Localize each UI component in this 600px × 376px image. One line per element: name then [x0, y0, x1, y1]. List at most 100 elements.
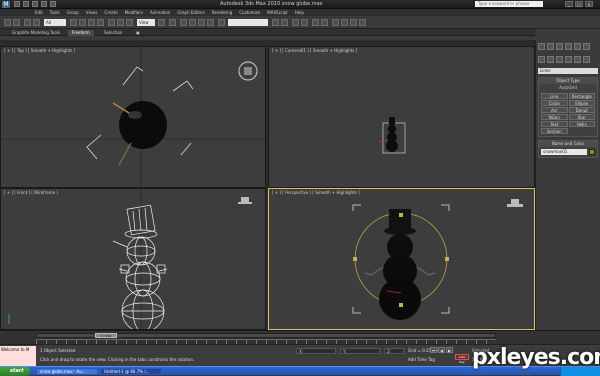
tab-freeform[interactable]: Freeform: [68, 30, 94, 36]
menu-rendering[interactable]: Rendering: [212, 9, 232, 16]
create-tab-icon[interactable]: [538, 43, 545, 50]
tab-selection[interactable]: Selection: [100, 30, 126, 36]
link-icon[interactable]: [24, 19, 31, 26]
menu-graph-editors[interactable]: Graph Editors: [177, 9, 204, 16]
snap-icon[interactable]: [180, 19, 187, 26]
taskbar-item-photoshop[interactable]: Untitled-1 @ 66.7% (...: [100, 368, 162, 375]
graphite-toggle-icon[interactable]: [301, 19, 308, 26]
section-button[interactable]: Section: [541, 128, 568, 134]
rotate-icon[interactable]: [117, 19, 124, 26]
schematic-view-icon[interactable]: [321, 19, 328, 26]
reference-coord-dropdown[interactable]: View: [137, 19, 155, 26]
object-color-swatch[interactable]: [589, 149, 595, 155]
autogrid-checkbox[interactable]: AutoGrid: [539, 84, 597, 91]
unlink-icon[interactable]: [33, 19, 40, 26]
redo-icon[interactable]: [13, 19, 20, 26]
y-coordinate-field[interactable]: Y:: [340, 348, 380, 354]
line-button[interactable]: Line: [541, 93, 568, 99]
scale-icon[interactable]: [126, 19, 133, 26]
arc-button[interactable]: Arc: [541, 107, 568, 113]
pivot-icon[interactable]: [158, 19, 165, 26]
object-name-input[interactable]: snowman01: [541, 149, 587, 155]
modify-tab-icon[interactable]: [547, 43, 554, 50]
shape-category-dropdown[interactable]: Lines: [538, 68, 598, 74]
close-button[interactable]: ×: [585, 1, 593, 7]
space-warps-icon[interactable]: [583, 56, 590, 63]
material-editor-icon[interactable]: [332, 19, 339, 26]
time-slider-handle[interactable]: 0 / 100: [95, 333, 117, 338]
hierarchy-tab-icon[interactable]: [556, 43, 563, 50]
menu-views[interactable]: Views: [86, 9, 98, 16]
menu-customize[interactable]: Customize: [239, 9, 260, 16]
menu-edit[interactable]: Edit: [35, 9, 43, 16]
render-production-icon[interactable]: [359, 19, 366, 26]
x-coordinate-field[interactable]: X:: [296, 348, 336, 354]
menu-modifiers[interactable]: Modifiers: [125, 9, 143, 16]
minimize-button[interactable]: _: [565, 1, 573, 7]
helix-button[interactable]: Helix: [568, 121, 595, 127]
motion-tab-icon[interactable]: [565, 43, 572, 50]
prev-frame-icon[interactable]: ◀: [438, 347, 445, 353]
star-button[interactable]: Star: [568, 114, 595, 120]
helpers-icon[interactable]: [574, 56, 581, 63]
viewport-top[interactable]: [ + ] [ Top ] [ Smooth + Highlights ]: [0, 46, 266, 188]
menu-group[interactable]: Group: [67, 9, 79, 16]
text-button[interactable]: Text: [541, 121, 568, 127]
viewport-perspective[interactable]: [ + ] [ Perspective ] [ Smooth + Highlig…: [268, 188, 535, 330]
viewport-camera[interactable]: [ + ] [ Camera01 ] [ Smooth + Highlights…: [268, 46, 535, 188]
utilities-tab-icon[interactable]: [583, 43, 590, 50]
auto-key-button[interactable]: Auto Key: [455, 354, 469, 364]
rectangle-button[interactable]: Rectangle: [568, 93, 595, 99]
menu-maxscript[interactable]: MAXScript: [267, 9, 288, 16]
ribbon-toggle-icon[interactable]: ▣: [132, 30, 144, 36]
taskbar-item-3dsmax[interactable]: snow globe.max - Au...: [36, 368, 98, 375]
shapes-icon[interactable]: [547, 56, 554, 63]
curve-editor-icon[interactable]: [312, 19, 319, 26]
align-icon[interactable]: [281, 19, 288, 26]
new-file-icon[interactable]: [14, 1, 20, 7]
open-file-icon[interactable]: [23, 1, 29, 7]
select-object-icon[interactable]: [70, 19, 77, 26]
viewport-front[interactable]: [ + ] [ Front ] [ Wireframe ]: [0, 188, 266, 330]
play-icon[interactable]: ▶: [446, 347, 453, 353]
select-by-name-icon[interactable]: [79, 19, 86, 26]
named-selection-sets-dropdown[interactable]: [228, 19, 268, 26]
angle-snap-icon[interactable]: [189, 19, 196, 26]
menu-create[interactable]: Create: [104, 9, 117, 16]
ellipse-button[interactable]: Ellipse: [568, 100, 595, 106]
geometry-icon[interactable]: [538, 56, 545, 63]
spinner-snap-icon[interactable]: [207, 19, 214, 26]
add-time-tag-button[interactable]: Add Time Tag: [408, 357, 435, 362]
circle-button[interactable]: Circle: [541, 100, 568, 106]
named-selection-icon[interactable]: [218, 19, 225, 26]
maxscript-listener[interactable]: Welcome to M: [0, 346, 36, 366]
undo-icon[interactable]: [4, 19, 11, 26]
ngon-button[interactable]: NGon: [541, 114, 568, 120]
selection-filter-dropdown[interactable]: All: [44, 19, 66, 26]
menu-help[interactable]: Help: [295, 9, 304, 16]
menu-tools[interactable]: Tools: [50, 9, 60, 16]
search-input[interactable]: Type a keyword or phrase: [475, 1, 543, 7]
rendered-frame-icon[interactable]: [350, 19, 357, 26]
select-manipulate-icon[interactable]: [169, 19, 176, 26]
z-coordinate-field[interactable]: Z:: [384, 348, 404, 354]
maximize-button[interactable]: □: [575, 1, 583, 7]
rect-selection-icon[interactable]: [88, 19, 95, 26]
goto-start-icon[interactable]: ⏮: [430, 347, 437, 353]
menu-animation[interactable]: Animation: [150, 9, 170, 16]
percent-snap-icon[interactable]: [198, 19, 205, 26]
donut-button[interactable]: Donut: [568, 107, 595, 113]
redo-icon[interactable]: [50, 1, 56, 7]
lights-icon[interactable]: [556, 56, 563, 63]
app-logo-icon[interactable]: M: [2, 1, 10, 8]
tab-graphite-modeling-tools[interactable]: Graphite Modeling Tools: [8, 30, 64, 36]
move-icon[interactable]: [108, 19, 115, 26]
undo-icon[interactable]: [41, 1, 47, 7]
display-tab-icon[interactable]: [574, 43, 581, 50]
save-icon[interactable]: [32, 1, 38, 7]
cameras-icon[interactable]: [565, 56, 572, 63]
window-crossing-icon[interactable]: [97, 19, 104, 26]
layer-manager-icon[interactable]: [292, 19, 299, 26]
render-setup-icon[interactable]: [341, 19, 348, 26]
mirror-icon[interactable]: [272, 19, 279, 26]
